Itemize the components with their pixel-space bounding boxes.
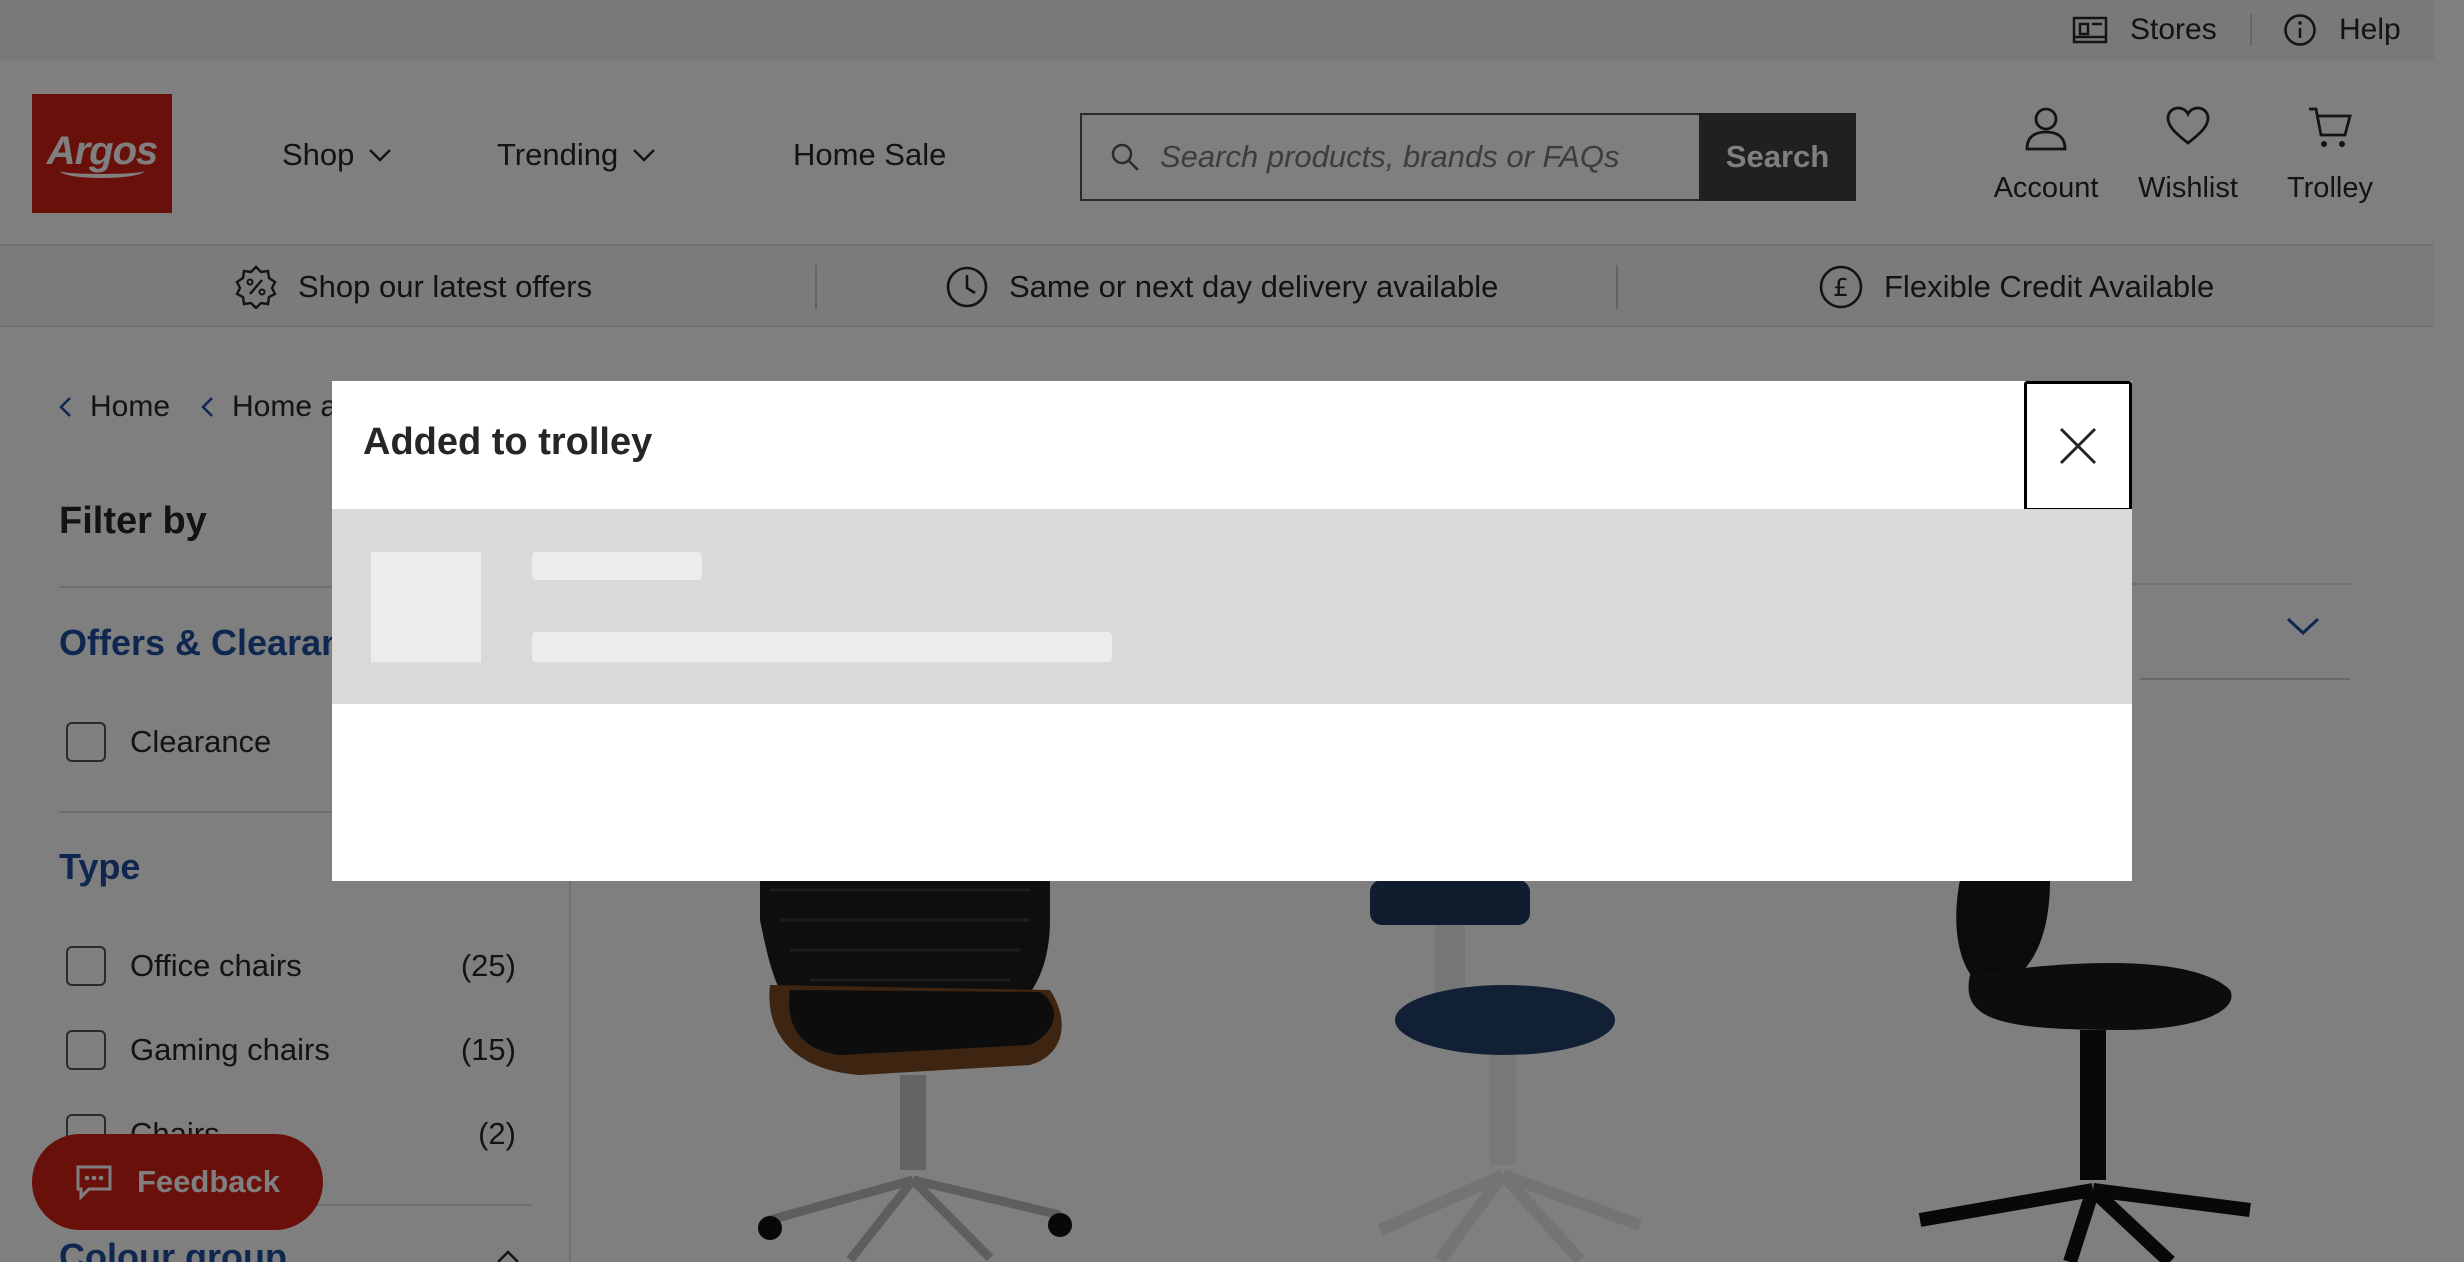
skeleton-line — [532, 632, 1112, 662]
close-icon — [2059, 427, 2097, 465]
skeleton-line — [532, 552, 702, 580]
product-loading-skeleton — [332, 509, 2132, 704]
modal-title: Added to trolley — [363, 421, 653, 463]
added-to-trolley-modal: Added to trolley — [332, 381, 2132, 881]
skeleton-thumbnail — [371, 552, 481, 662]
close-button[interactable] — [2024, 381, 2132, 511]
